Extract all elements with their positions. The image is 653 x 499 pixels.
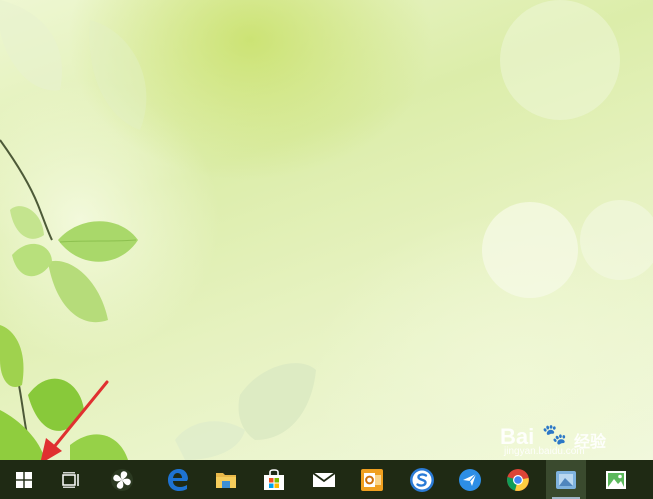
feige-button[interactable]: [450, 460, 490, 499]
edge-button[interactable]: [158, 460, 198, 499]
photos-button[interactable]: [596, 460, 636, 499]
chrome-button[interactable]: [498, 460, 538, 499]
outlook-icon: [361, 468, 383, 491]
desktop-wallpaper: Bai 🐾 经验 jingyan.baidu.com: [0, 0, 653, 460]
app-blue-button[interactable]: [546, 460, 586, 499]
pinwheel-icon: [111, 468, 133, 491]
photos-icon: [606, 470, 626, 489]
sogou-s-icon: [410, 467, 434, 492]
task-view-button[interactable]: [52, 460, 90, 499]
windows-logo-icon: [16, 471, 32, 488]
file-explorer-button[interactable]: [206, 460, 246, 499]
red-arrow-annotation: [40, 380, 109, 460]
outlook-button[interactable]: [352, 460, 392, 499]
store-button[interactable]: [254, 460, 294, 499]
app-pinwheel-button[interactable]: [102, 460, 142, 499]
store-bag-icon: [264, 468, 284, 490]
start-button[interactable]: [4, 460, 44, 499]
edge-icon: [168, 468, 188, 491]
sogou-button[interactable]: [402, 460, 442, 499]
mail-button[interactable]: [304, 460, 344, 499]
blue-app-icon: [556, 470, 576, 489]
envelope-icon: [312, 471, 336, 487]
taskbar: [0, 460, 653, 499]
task-view-icon: [62, 471, 79, 488]
folder-icon: [216, 472, 236, 488]
bird-icon: [459, 468, 481, 491]
chrome-icon: [507, 468, 529, 491]
